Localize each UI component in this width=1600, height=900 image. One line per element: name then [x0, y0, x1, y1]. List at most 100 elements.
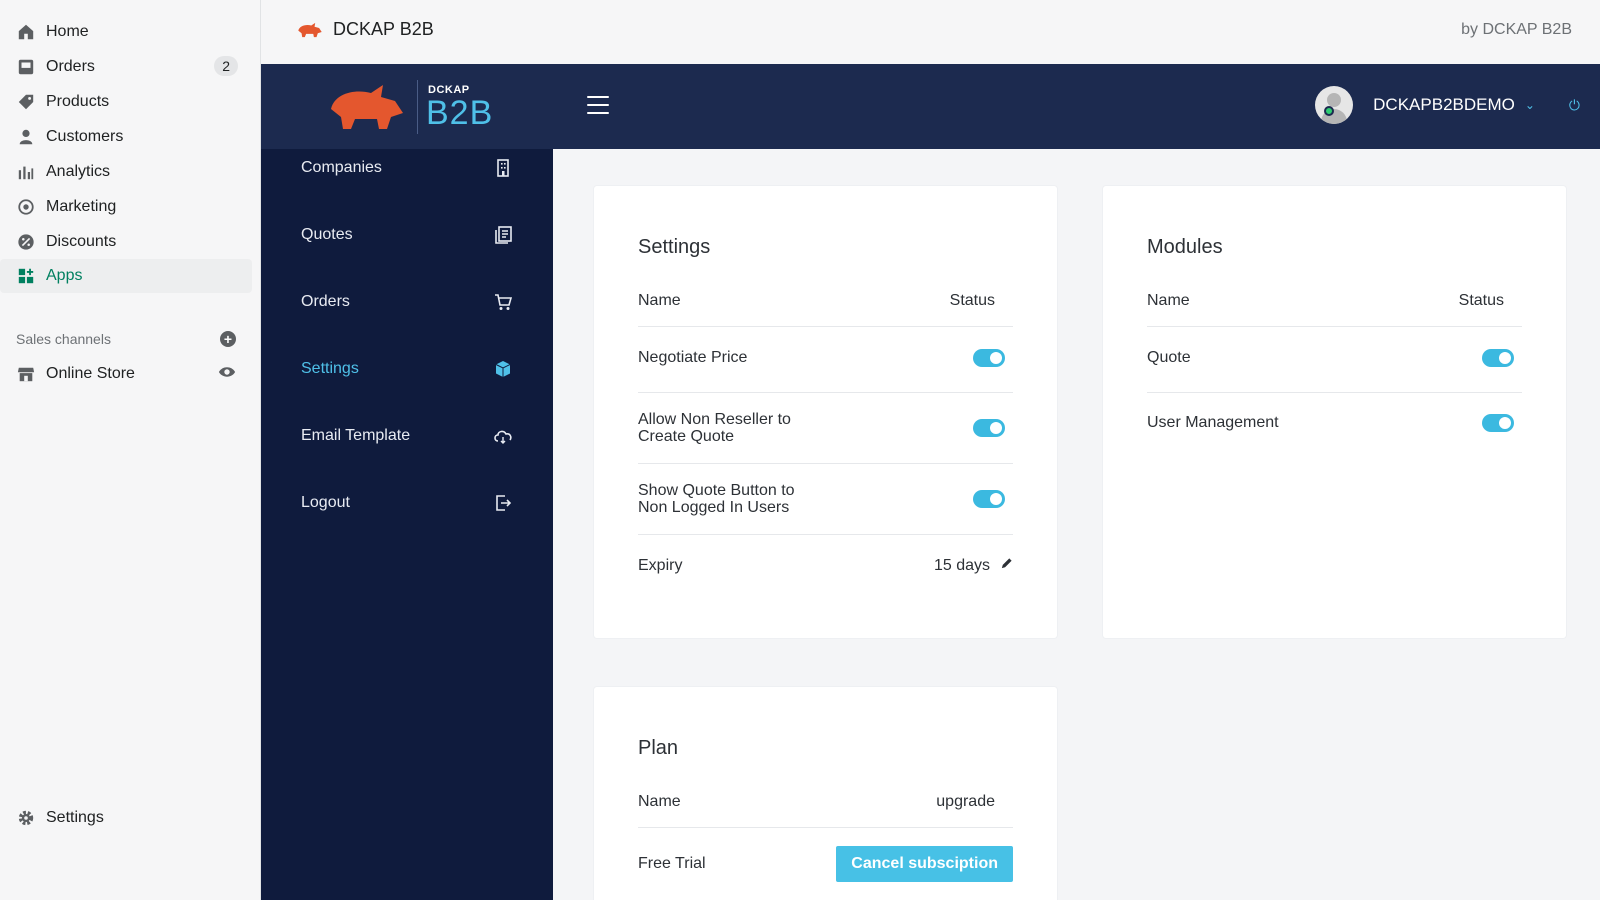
- logo-divider: [417, 80, 418, 134]
- menu-item-orders[interactable]: Orders: [301, 287, 513, 317]
- pencil-icon[interactable]: [1000, 557, 1013, 575]
- user-management-toggle[interactable]: [1482, 414, 1514, 432]
- plan-name: Free Trial: [638, 855, 706, 872]
- menu-item-logout[interactable]: Logout: [301, 488, 513, 518]
- nav-item-settings[interactable]: Settings: [0, 801, 252, 835]
- nav-item-marketing[interactable]: Marketing: [0, 190, 252, 224]
- person-icon: [16, 127, 36, 147]
- row-divider: [1147, 392, 1522, 393]
- row-divider: [638, 392, 1013, 393]
- nav-label: Apps: [46, 267, 83, 284]
- main-content: Settings Name Status Negotiate Price All…: [553, 149, 1600, 900]
- setting-name: Show Quote Button to Non Logged In Users: [638, 482, 795, 516]
- by-developer-text: by DCKAP B2B: [1461, 21, 1572, 38]
- apps-icon: [16, 266, 36, 286]
- row-divider: [638, 827, 1013, 828]
- column-header-status: Status: [949, 292, 995, 309]
- upgrade-link[interactable]: upgrade: [936, 793, 995, 811]
- nav-item-customers[interactable]: Customers: [0, 120, 252, 154]
- setting-name-line1: Allow Non Reseller to: [638, 411, 791, 428]
- nav-label: Customers: [46, 128, 124, 145]
- tag-icon: [16, 92, 36, 112]
- allow-non-reseller-toggle[interactable]: [973, 419, 1005, 437]
- power-icon[interactable]: ⏻: [1569, 97, 1580, 114]
- menu-label: Email Template: [301, 427, 411, 444]
- avatar: [1315, 86, 1354, 124]
- nav-label: Settings: [46, 809, 104, 826]
- row-divider: [1147, 326, 1522, 327]
- nav-label: Products: [46, 93, 110, 110]
- menu-item-companies[interactable]: Companies: [301, 153, 513, 183]
- setting-name-line2: Create Quote: [638, 428, 735, 445]
- settings-table-header: Name Status: [638, 292, 1013, 310]
- plan-card-title: Plan: [638, 737, 679, 759]
- orders-count-badge: 2: [214, 56, 238, 76]
- modules-card: Modules Name Status Quote User Managemen…: [1103, 186, 1566, 638]
- app-title: DCKAP B2B: [297, 19, 434, 40]
- setting-name-line2: Non Logged In Users: [638, 499, 790, 516]
- box-icon: [493, 359, 513, 379]
- column-header-status: Status: [1458, 292, 1504, 309]
- cart-icon: [493, 292, 513, 312]
- settings-card: Settings Name Status Negotiate Price All…: [594, 186, 1057, 638]
- negotiate-price-toggle[interactable]: [973, 349, 1005, 367]
- nav-item-analytics[interactable]: Analytics: [0, 155, 252, 189]
- user-menu[interactable]: DCKAPB2BDEMO ⌄ ⏻: [1315, 86, 1580, 124]
- menu-item-email-template[interactable]: Email Template: [301, 421, 513, 451]
- module-row-quote: Quote: [1147, 348, 1522, 368]
- app-topbar: DCKAP B2B by DCKAP B2B: [261, 0, 1600, 64]
- nav-label: Discounts: [46, 233, 117, 250]
- building-icon: [493, 158, 513, 178]
- app-header: DCKAP B2B DCKAPB2BDEMO ⌄ ⏻: [261, 64, 1600, 149]
- row-divider: [638, 534, 1013, 535]
- nav-item-home[interactable]: Home: [0, 15, 252, 49]
- app-side-menu: Companies Quotes Orders Settings Email T…: [261, 149, 553, 900]
- expiry-label: Expiry: [638, 557, 683, 574]
- settings-card-title: Settings: [638, 236, 711, 258]
- nav-label: Online Store: [46, 365, 135, 382]
- nav-label: Home: [46, 23, 89, 40]
- add-channel-icon[interactable]: +: [220, 331, 236, 347]
- nav-label: Marketing: [46, 198, 117, 215]
- row-divider: [638, 326, 1013, 327]
- cancel-subscription-button[interactable]: Cancel subsciption: [836, 846, 1013, 882]
- home-icon: [16, 22, 36, 42]
- plan-table-header: Name upgrade: [638, 793, 1013, 811]
- documents-icon: [493, 225, 513, 245]
- menu-label: Orders: [301, 293, 350, 310]
- bar-chart-icon: [16, 162, 36, 182]
- nav-item-apps[interactable]: Apps: [0, 259, 252, 293]
- menu-label: Settings: [301, 360, 359, 377]
- row-divider: [638, 463, 1013, 464]
- setting-row-allow-non-reseller: Allow Non Reseller to Create Quote: [638, 410, 1013, 446]
- hamburger-menu-icon[interactable]: [587, 96, 609, 114]
- chevron-down-icon: ⌄: [1524, 98, 1535, 112]
- brand-big-text: B2B: [426, 94, 494, 132]
- quote-module-toggle[interactable]: [1482, 349, 1514, 367]
- menu-label: Companies: [301, 159, 382, 176]
- sales-channels-label: Sales channels: [16, 331, 111, 347]
- rhino-logo-icon: [331, 85, 403, 129]
- modules-card-title: Modules: [1147, 236, 1223, 258]
- plan-card: Plan Name upgrade Free Trial Cancel subs…: [594, 687, 1057, 900]
- menu-item-settings[interactable]: Settings: [301, 354, 513, 384]
- module-row-user-management: User Management: [1147, 413, 1522, 433]
- nav-item-products[interactable]: Products: [0, 85, 252, 119]
- show-quote-button-toggle[interactable]: [973, 490, 1005, 508]
- target-icon: [16, 197, 36, 217]
- menu-item-quotes[interactable]: Quotes: [301, 220, 513, 250]
- brand-logo[interactable]: DCKAP B2B: [327, 80, 493, 134]
- nav-label: Analytics: [46, 163, 111, 180]
- expiry-value: 15 days: [933, 557, 990, 574]
- eye-icon[interactable]: [218, 365, 236, 384]
- setting-name-line1: Show Quote Button to: [638, 482, 795, 499]
- setting-name: Allow Non Reseller to Create Quote: [638, 411, 791, 445]
- column-header-name: Name: [638, 292, 681, 309]
- column-header-name: Name: [638, 793, 681, 810]
- nav-item-orders[interactable]: Orders 2: [0, 50, 252, 84]
- nav-item-online-store[interactable]: Online Store: [0, 357, 252, 391]
- online-status-dot: [1324, 106, 1334, 116]
- nav-item-discounts[interactable]: Discounts: [0, 225, 252, 259]
- sales-channels-heading: Sales channels +: [16, 331, 236, 347]
- orders-icon: [16, 57, 36, 77]
